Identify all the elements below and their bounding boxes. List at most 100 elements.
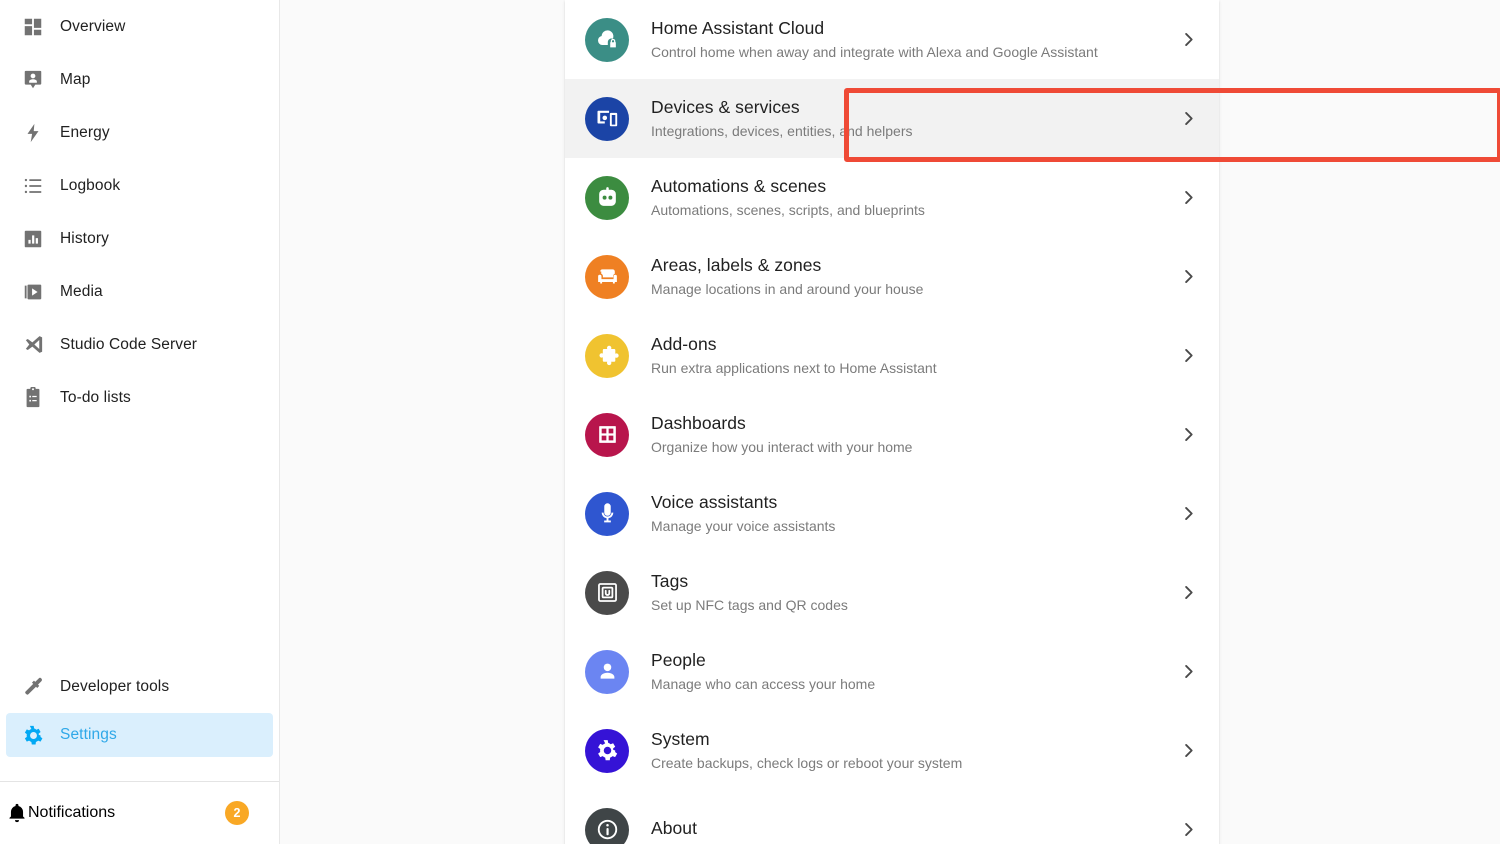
play-box-multiple-icon (6, 281, 60, 303)
settings-row-subtitle: Manage your voice assistants (651, 518, 836, 534)
chevron-right-icon (1173, 583, 1203, 602)
sidebar-item-notifications[interactable]: Notifications 2 (6, 782, 273, 844)
visual-studio-code-icon (6, 333, 60, 356)
microphone-icon (585, 491, 629, 536)
settings-row-subtitle: Manage locations in and around your hous… (651, 281, 924, 297)
settings-row-text: Devices & services Integrations, devices… (651, 96, 1173, 141)
sidebar: Overview Map Energy Logbook History Medi… (0, 0, 280, 844)
chevron-right-icon (1173, 267, 1203, 286)
account-icon (585, 649, 629, 694)
settings-row-areas-labels-and-zones[interactable]: Areas, labels & zones Manage locations i… (565, 237, 1219, 316)
settings-row-devices-and-services[interactable]: Devices & services Integrations, devices… (565, 79, 1219, 158)
settings-row-automations-and-scenes[interactable]: Automations & scenes Automations, scenes… (565, 158, 1219, 237)
chevron-right-icon (1173, 425, 1203, 444)
sidebar-item-label: Studio Code Server (60, 335, 198, 353)
format-list-bulleted-icon (6, 175, 60, 197)
settings-row-text: Home Assistant Cloud Control home when a… (651, 17, 1173, 62)
chevron-right-icon (1173, 504, 1203, 523)
settings-row-title: Tags (651, 571, 689, 591)
clipboard-list-icon (6, 386, 60, 409)
settings-row-text: People Manage who can access your home (651, 649, 1173, 694)
lightning-bolt-icon (6, 122, 60, 144)
settings-row-subtitle: Organize how you interact with your home (651, 439, 913, 455)
chevron-right-icon (1173, 741, 1203, 760)
settings-row-tags[interactable]: Tags Set up NFC tags and QR codes (565, 553, 1219, 632)
chart-box-icon (6, 228, 60, 250)
information-icon (585, 807, 629, 844)
bell-icon (6, 802, 28, 824)
sidebar-item-label: Overview (60, 17, 126, 35)
nfc-tag-icon (585, 570, 629, 615)
hammer-icon (6, 675, 60, 698)
sidebar-item-label: Media (60, 282, 103, 300)
sidebar-item-map[interactable]: Map (6, 53, 273, 106)
settings-row-home-assistant-cloud[interactable]: Home Assistant Cloud Control home when a… (565, 0, 1219, 79)
puzzle-icon (585, 333, 629, 378)
settings-row-subtitle: Manage who can access your home (651, 676, 876, 692)
settings-row-add-ons[interactable]: Add-ons Run extra applications next to H… (565, 316, 1219, 395)
sidebar-item-label: Map (60, 70, 91, 88)
settings-row-text: Voice assistants Manage your voice assis… (651, 491, 1173, 536)
view-dashboard-icon (585, 412, 629, 457)
settings-row-title: Add-ons (651, 334, 717, 354)
sidebar-item-label: Developer tools (60, 677, 170, 695)
settings-row-subtitle: Create backups, check logs or reboot you… (651, 755, 963, 771)
settings-row-title: About (651, 818, 697, 838)
sidebar-bottom-section: Developer tools Settings Notifications 2 (0, 660, 279, 844)
settings-row-system[interactable]: System Create backups, check logs or reb… (565, 711, 1219, 790)
settings-row-dashboards[interactable]: Dashboards Organize how you interact wit… (565, 395, 1219, 474)
settings-row-subtitle: Set up NFC tags and QR codes (651, 597, 848, 613)
settings-row-title: Areas, labels & zones (651, 255, 822, 275)
settings-row-title: Voice assistants (651, 492, 778, 512)
chevron-right-icon (1173, 30, 1203, 49)
sidebar-item-media[interactable]: Media (6, 265, 273, 318)
sidebar-item-label: Energy (60, 123, 110, 141)
sidebar-item-energy[interactable]: Energy (6, 106, 273, 159)
robot-icon (585, 175, 629, 220)
settings-row-title: Devices & services (651, 97, 800, 117)
settings-row-text: About (651, 817, 1173, 842)
sidebar-item-logbook[interactable]: Logbook (6, 159, 273, 212)
sidebar-item-label: To-do lists (60, 388, 131, 406)
settings-row-subtitle: Run extra applications next to Home Assi… (651, 360, 937, 376)
sidebar-primary-nav: Overview Map Energy Logbook History Medi… (0, 0, 279, 424)
settings-row-text: Dashboards Organize how you interact wit… (651, 412, 1173, 457)
settings-row-subtitle: Integrations, devices, entities, and hel… (651, 123, 913, 139)
sidebar-item-label: History (60, 229, 109, 247)
settings-row-text: Automations & scenes Automations, scenes… (651, 175, 1173, 220)
sidebar-item-overview[interactable]: Overview (6, 0, 273, 53)
chevron-right-icon (1173, 346, 1203, 365)
sidebar-item-todo-lists[interactable]: To-do lists (6, 371, 273, 424)
sidebar-item-developer-tools[interactable]: Developer tools (6, 660, 273, 713)
settings-row-subtitle: Control home when away and integrate wit… (651, 44, 1098, 60)
notification-badge: 2 (225, 801, 249, 825)
chevron-right-icon (1173, 109, 1203, 128)
settings-row-voice-assistants[interactable]: Voice assistants Manage your voice assis… (565, 474, 1219, 553)
sidebar-item-history[interactable]: History (6, 212, 273, 265)
chevron-right-icon (1173, 662, 1203, 681)
settings-row-about[interactable]: About (565, 790, 1219, 844)
settings-row-title: Dashboards (651, 413, 746, 433)
settings-row-subtitle: Automations, scenes, scripts, and bluepr… (651, 202, 925, 218)
settings-row-text: Areas, labels & zones Manage locations i… (651, 254, 1173, 299)
settings-row-text: System Create backups, check logs or reb… (651, 728, 1173, 773)
sidebar-item-studio-code-server[interactable]: Studio Code Server (6, 318, 273, 371)
settings-row-text: Add-ons Run extra applications next to H… (651, 333, 1173, 378)
sofa-icon (585, 254, 629, 299)
cog-system-icon (585, 728, 629, 773)
settings-list-card: Home Assistant Cloud Control home when a… (565, 0, 1219, 844)
cog-icon (6, 724, 60, 747)
settings-row-title: System (651, 729, 710, 749)
settings-row-title: Automations & scenes (651, 176, 827, 196)
sidebar-item-label: Notifications (28, 804, 116, 821)
map-marker-account-icon (6, 69, 60, 91)
devices-icon (585, 96, 629, 141)
settings-row-people[interactable]: People Manage who can access your home (565, 632, 1219, 711)
settings-row-text: Tags Set up NFC tags and QR codes (651, 570, 1173, 615)
settings-row-title: People (651, 650, 706, 670)
home-assistant-settings-page: Overview Map Energy Logbook History Medi… (0, 0, 1500, 844)
sidebar-item-label: Settings (60, 726, 117, 743)
sidebar-item-settings[interactable]: Settings (6, 713, 273, 757)
dashboard-icon (6, 16, 60, 38)
cloud-lock-icon (585, 17, 629, 62)
